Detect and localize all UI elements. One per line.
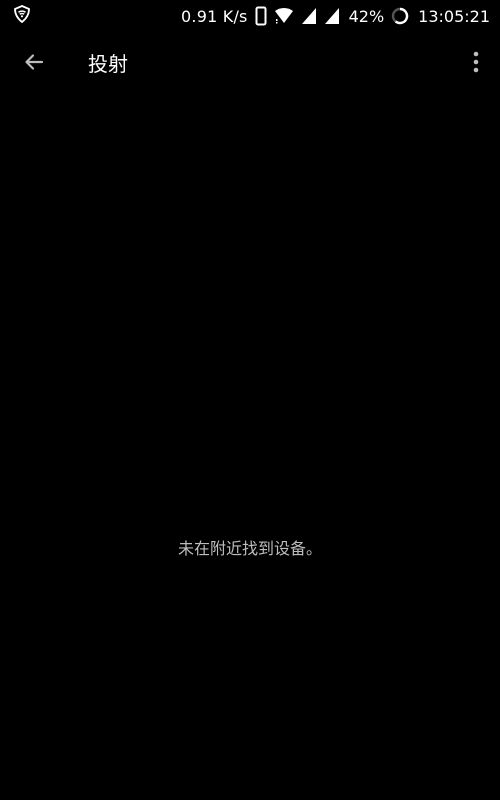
- phone-icon: [255, 6, 267, 26]
- vpn-shield-icon: [12, 4, 32, 28]
- battery-percent: 42%: [348, 6, 385, 26]
- more-options-button[interactable]: [460, 44, 492, 84]
- page-title: 投射: [88, 52, 128, 76]
- empty-state-message: 未在附近找到设备。: [177, 539, 322, 558]
- more-vert-icon: [473, 51, 479, 77]
- battery-ring-icon: [391, 7, 409, 25]
- signal-icon: [301, 7, 317, 25]
- clock: 13:05:21: [418, 6, 490, 26]
- toolbar: 投射: [0, 32, 500, 96]
- status-bar-left: [12, 4, 32, 28]
- back-button[interactable]: [14, 44, 54, 84]
- status-bar-right: 0.91 K/s 42% 13:05:21: [181, 6, 490, 26]
- signal-icon: [324, 7, 340, 25]
- status-bar: 0.91 K/s 42% 13:05:21: [0, 0, 500, 32]
- wifi-icon: [274, 7, 294, 25]
- network-speed: 0.91 K/s: [181, 6, 248, 26]
- arrow-back-icon: [22, 50, 46, 78]
